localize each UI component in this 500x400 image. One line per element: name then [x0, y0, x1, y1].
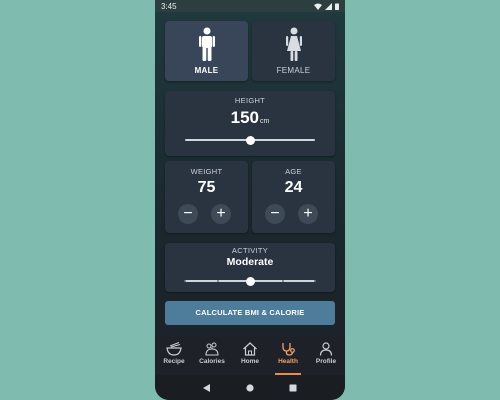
recents-icon[interactable]	[289, 384, 297, 392]
activity-value: Moderate	[226, 256, 274, 268]
status-time: 3:45	[161, 1, 177, 11]
weight-decrease-button[interactable]: −	[178, 204, 198, 224]
nav-label-home: Home	[240, 358, 260, 365]
height-unit: cm	[260, 118, 270, 125]
height-slider[interactable]	[185, 135, 315, 145]
weight-increase-button[interactable]: +	[211, 204, 231, 224]
nav-item-calories[interactable]: Calories	[193, 337, 231, 375]
activity-step-tick	[184, 280, 186, 282]
nav-item-recipe[interactable]: Recipe	[155, 337, 193, 375]
height-card: HEIGHT 150cm	[165, 91, 335, 156]
nav-label-calories: Calories	[199, 358, 225, 365]
female-label: FEMALE	[276, 66, 311, 75]
status-bar: 3:45	[155, 0, 345, 12]
weight-value: 75	[197, 179, 216, 196]
height-value: 150	[230, 108, 260, 127]
female-card[interactable]: FEMALE	[252, 21, 335, 81]
height-label: HEIGHT	[234, 96, 266, 105]
calculate-button[interactable]: CALCULATE BMI & CALORIE	[165, 301, 335, 325]
male-card[interactable]: MALE	[165, 21, 248, 81]
status-icons	[314, 2, 339, 10]
male-icon	[198, 27, 215, 61]
female-icon	[285, 27, 302, 61]
food-icon	[205, 342, 219, 356]
phone-screen: 3:45 MALE FEMALE HEIGHT 150cm WEIGHT 75 …	[155, 0, 345, 400]
person-icon	[319, 342, 333, 356]
nav-item-health[interactable]: Health	[269, 337, 307, 375]
activity-card: ACTIVITY Moderate	[165, 243, 335, 292]
nav-label-health: Health	[278, 358, 298, 365]
stethoscope-icon	[282, 343, 295, 356]
wifi-icon	[314, 3, 322, 10]
home-circle-icon[interactable]	[246, 383, 254, 392]
nav-label-profile: Profile	[315, 358, 337, 365]
height-value-row: 150cm	[165, 108, 335, 128]
age-increase-button[interactable]: +	[298, 204, 318, 224]
home-icon	[243, 342, 257, 356]
activity-slider-thumb[interactable]	[245, 276, 255, 286]
height-slider-thumb[interactable]	[245, 135, 255, 145]
activity-slider[interactable]	[184, 276, 316, 286]
system-navigation-bar	[155, 375, 345, 400]
bottom-navigation: Recipe Calories Home Health Profile	[155, 337, 345, 375]
activity-step-tick	[216, 280, 219, 282]
signal-icon	[325, 2, 332, 10]
nav-item-profile[interactable]: Profile	[307, 337, 345, 375]
age-label: AGE	[285, 167, 302, 176]
age-decrease-button[interactable]: −	[265, 204, 285, 224]
weight-label: WEIGHT	[190, 167, 223, 176]
weight-card: WEIGHT 75 − +	[165, 161, 248, 233]
male-label: MALE	[194, 66, 219, 75]
nav-label-recipe: Recipe	[163, 358, 185, 365]
back-icon[interactable]	[202, 383, 211, 392]
activity-step-tick	[281, 280, 284, 282]
nav-item-home[interactable]: Home	[231, 337, 269, 375]
activity-label: ACTIVITY	[231, 246, 269, 255]
age-card: AGE 24 − +	[252, 161, 335, 233]
battery-icon	[335, 3, 339, 10]
bowl-icon	[166, 342, 182, 356]
age-value: 24	[284, 179, 303, 196]
activity-step-tick	[314, 280, 316, 282]
